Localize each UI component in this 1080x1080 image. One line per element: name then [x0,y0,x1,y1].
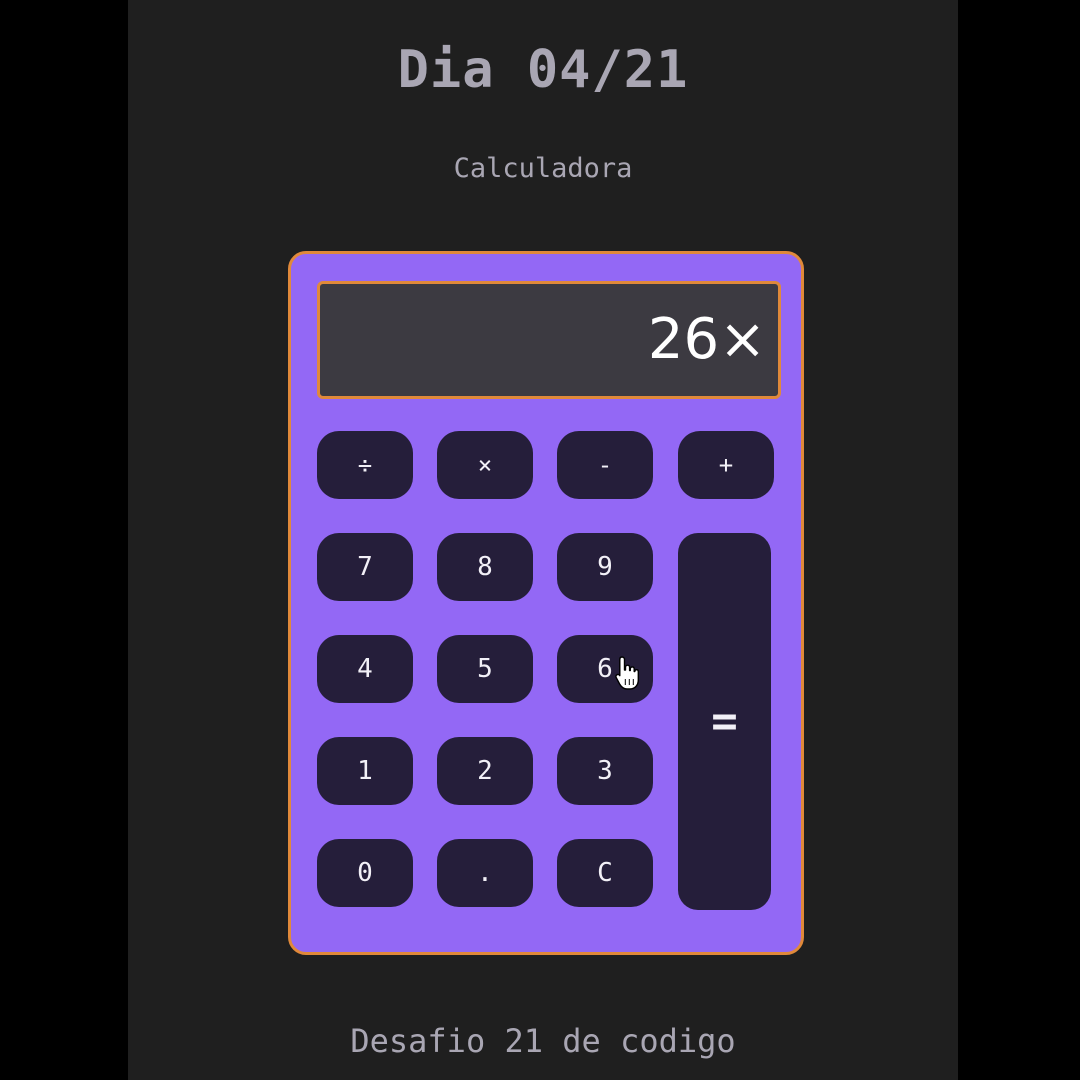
plus-button[interactable]: + [678,431,774,499]
display-value: 26× [647,307,766,372]
digit-9-button[interactable]: 9 [557,533,653,601]
digit-8-button[interactable]: 8 [437,533,533,601]
digit-6-button[interactable]: 6 [557,635,653,703]
digit-1-button[interactable]: 1 [317,737,413,805]
decimal-button[interactable]: . [437,839,533,907]
digit-4-button[interactable]: 4 [317,635,413,703]
clear-button[interactable]: C [557,839,653,907]
divide-button[interactable]: ÷ [317,431,413,499]
digit-7-button[interactable]: 7 [317,533,413,601]
page: Dia 04/21 Calculadora 26× ÷ × - + 7 8 9 … [128,0,958,1080]
digit-0-button[interactable]: 0 [317,839,413,907]
digit-5-button[interactable]: 5 [437,635,533,703]
page-title: Dia 04/21 [397,40,689,100]
minus-button[interactable]: - [557,431,653,499]
digit-2-button[interactable]: 2 [437,737,533,805]
calculator: 26× ÷ × - + 7 8 9 4 5 6 1 2 3 0 . C = [288,251,804,955]
calculator-display: 26× [317,281,781,399]
multiply-button[interactable]: × [437,431,533,499]
page-subtitle: Calculadora [453,153,633,184]
footer-text: Desafio 21 de codigo [350,1022,736,1060]
digit-3-button[interactable]: 3 [557,737,653,805]
equals-button[interactable]: = [678,533,771,910]
